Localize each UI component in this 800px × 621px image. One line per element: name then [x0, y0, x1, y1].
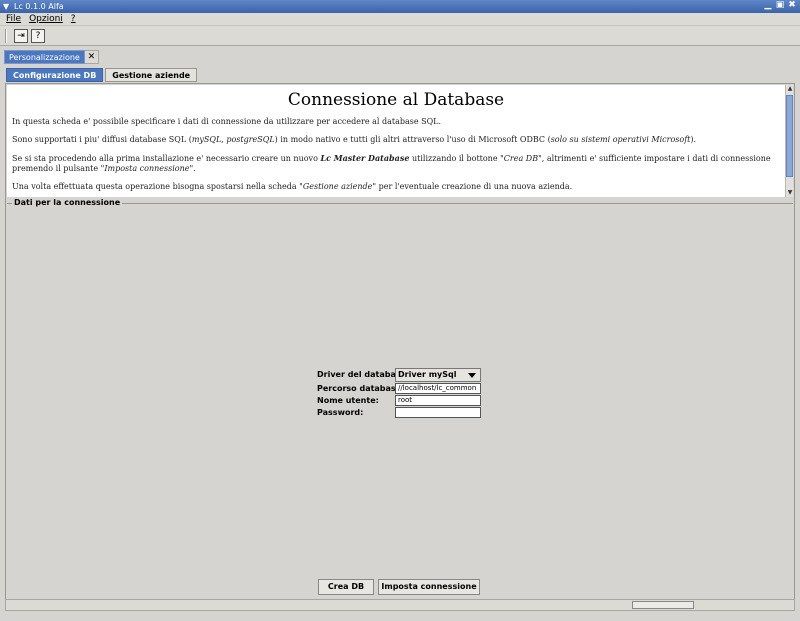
- maximize-icon[interactable]: ▣: [775, 1, 785, 11]
- menu-opzioni[interactable]: Opzioni: [29, 13, 63, 25]
- window-titlebar: ▼ Lc 0.1.0 Alfa ▁ ▣ ✖: [0, 0, 800, 13]
- password-input[interactable]: [395, 407, 481, 418]
- info-panel: Connessione al Database In questa scheda…: [7, 85, 785, 197]
- driver-select[interactable]: Driver mySql: [395, 368, 481, 382]
- path-input[interactable]: //localhost/lc_common: [395, 383, 481, 394]
- inner-tabbar: Configurazione DB Gestione aziende: [6, 68, 198, 82]
- action-bar: Crea DB Imposta connessione: [6, 579, 796, 599]
- window-controls: ▁ ▣ ✖: [763, 1, 797, 11]
- path-label: Percorso database:: [317, 384, 405, 393]
- connection-legend: Dati per la connessione: [12, 198, 123, 207]
- window-menu-icon[interactable]: ▼: [3, 0, 9, 13]
- info-paragraph-4: Una volta effettuata questa operazione b…: [12, 182, 573, 191]
- menu-file[interactable]: File: [6, 13, 21, 25]
- scroll-thumb[interactable]: [786, 95, 793, 177]
- driver-select-value: Driver mySql: [398, 370, 457, 379]
- toolbar-separator: [5, 29, 7, 43]
- crea-db-button[interactable]: Crea DB: [318, 579, 374, 595]
- progress-bar: [632, 601, 694, 609]
- user-input[interactable]: root: [395, 395, 481, 406]
- minimize-icon[interactable]: ▁: [763, 1, 773, 11]
- info-paragraph-3: Se si sta procedendo alla prima installa…: [12, 153, 771, 173]
- user-label: Nome utente:: [317, 396, 379, 405]
- tab-close-icon[interactable]: ✕: [84, 50, 99, 64]
- page-title: Connessione al Database: [287, 90, 505, 110]
- tab-configurazione-db[interactable]: Configurazione DB: [6, 68, 104, 82]
- scroll-down-icon[interactable]: ▼: [786, 189, 794, 197]
- tab-content-panel: Connessione al Database In questa scheda…: [5, 83, 795, 611]
- window-title: Lc 0.1.0 Alfa: [14, 2, 64, 11]
- help-icon[interactable]: ?: [31, 29, 45, 43]
- new-window-icon[interactable]: ⇥: [14, 29, 28, 43]
- info-scrollbar[interactable]: ▲ ▼: [785, 85, 793, 197]
- statusbar: [5, 599, 795, 611]
- tab-gestione-aziende[interactable]: Gestione aziende: [105, 68, 198, 82]
- toolbar: ⇥ ?: [0, 26, 800, 46]
- password-label: Password:: [317, 408, 364, 417]
- menubar: File Opzioni ?: [0, 13, 800, 26]
- menu-help[interactable]: ?: [71, 13, 76, 25]
- close-icon[interactable]: ✖: [787, 1, 797, 11]
- imposta-connessione-button[interactable]: Imposta connessione: [378, 579, 480, 595]
- tab-personalizzazione[interactable]: Personalizzazione: [4, 50, 85, 64]
- outer-tabbar: Personalizzazione ✕: [4, 50, 99, 64]
- chevron-down-icon: [468, 373, 476, 378]
- info-paragraph-1: In questa scheda e' possibile specificar…: [12, 117, 442, 126]
- scroll-up-icon[interactable]: ▲: [786, 85, 794, 93]
- info-paragraph-2: Sono supportati i piu' diffusi database …: [12, 135, 697, 144]
